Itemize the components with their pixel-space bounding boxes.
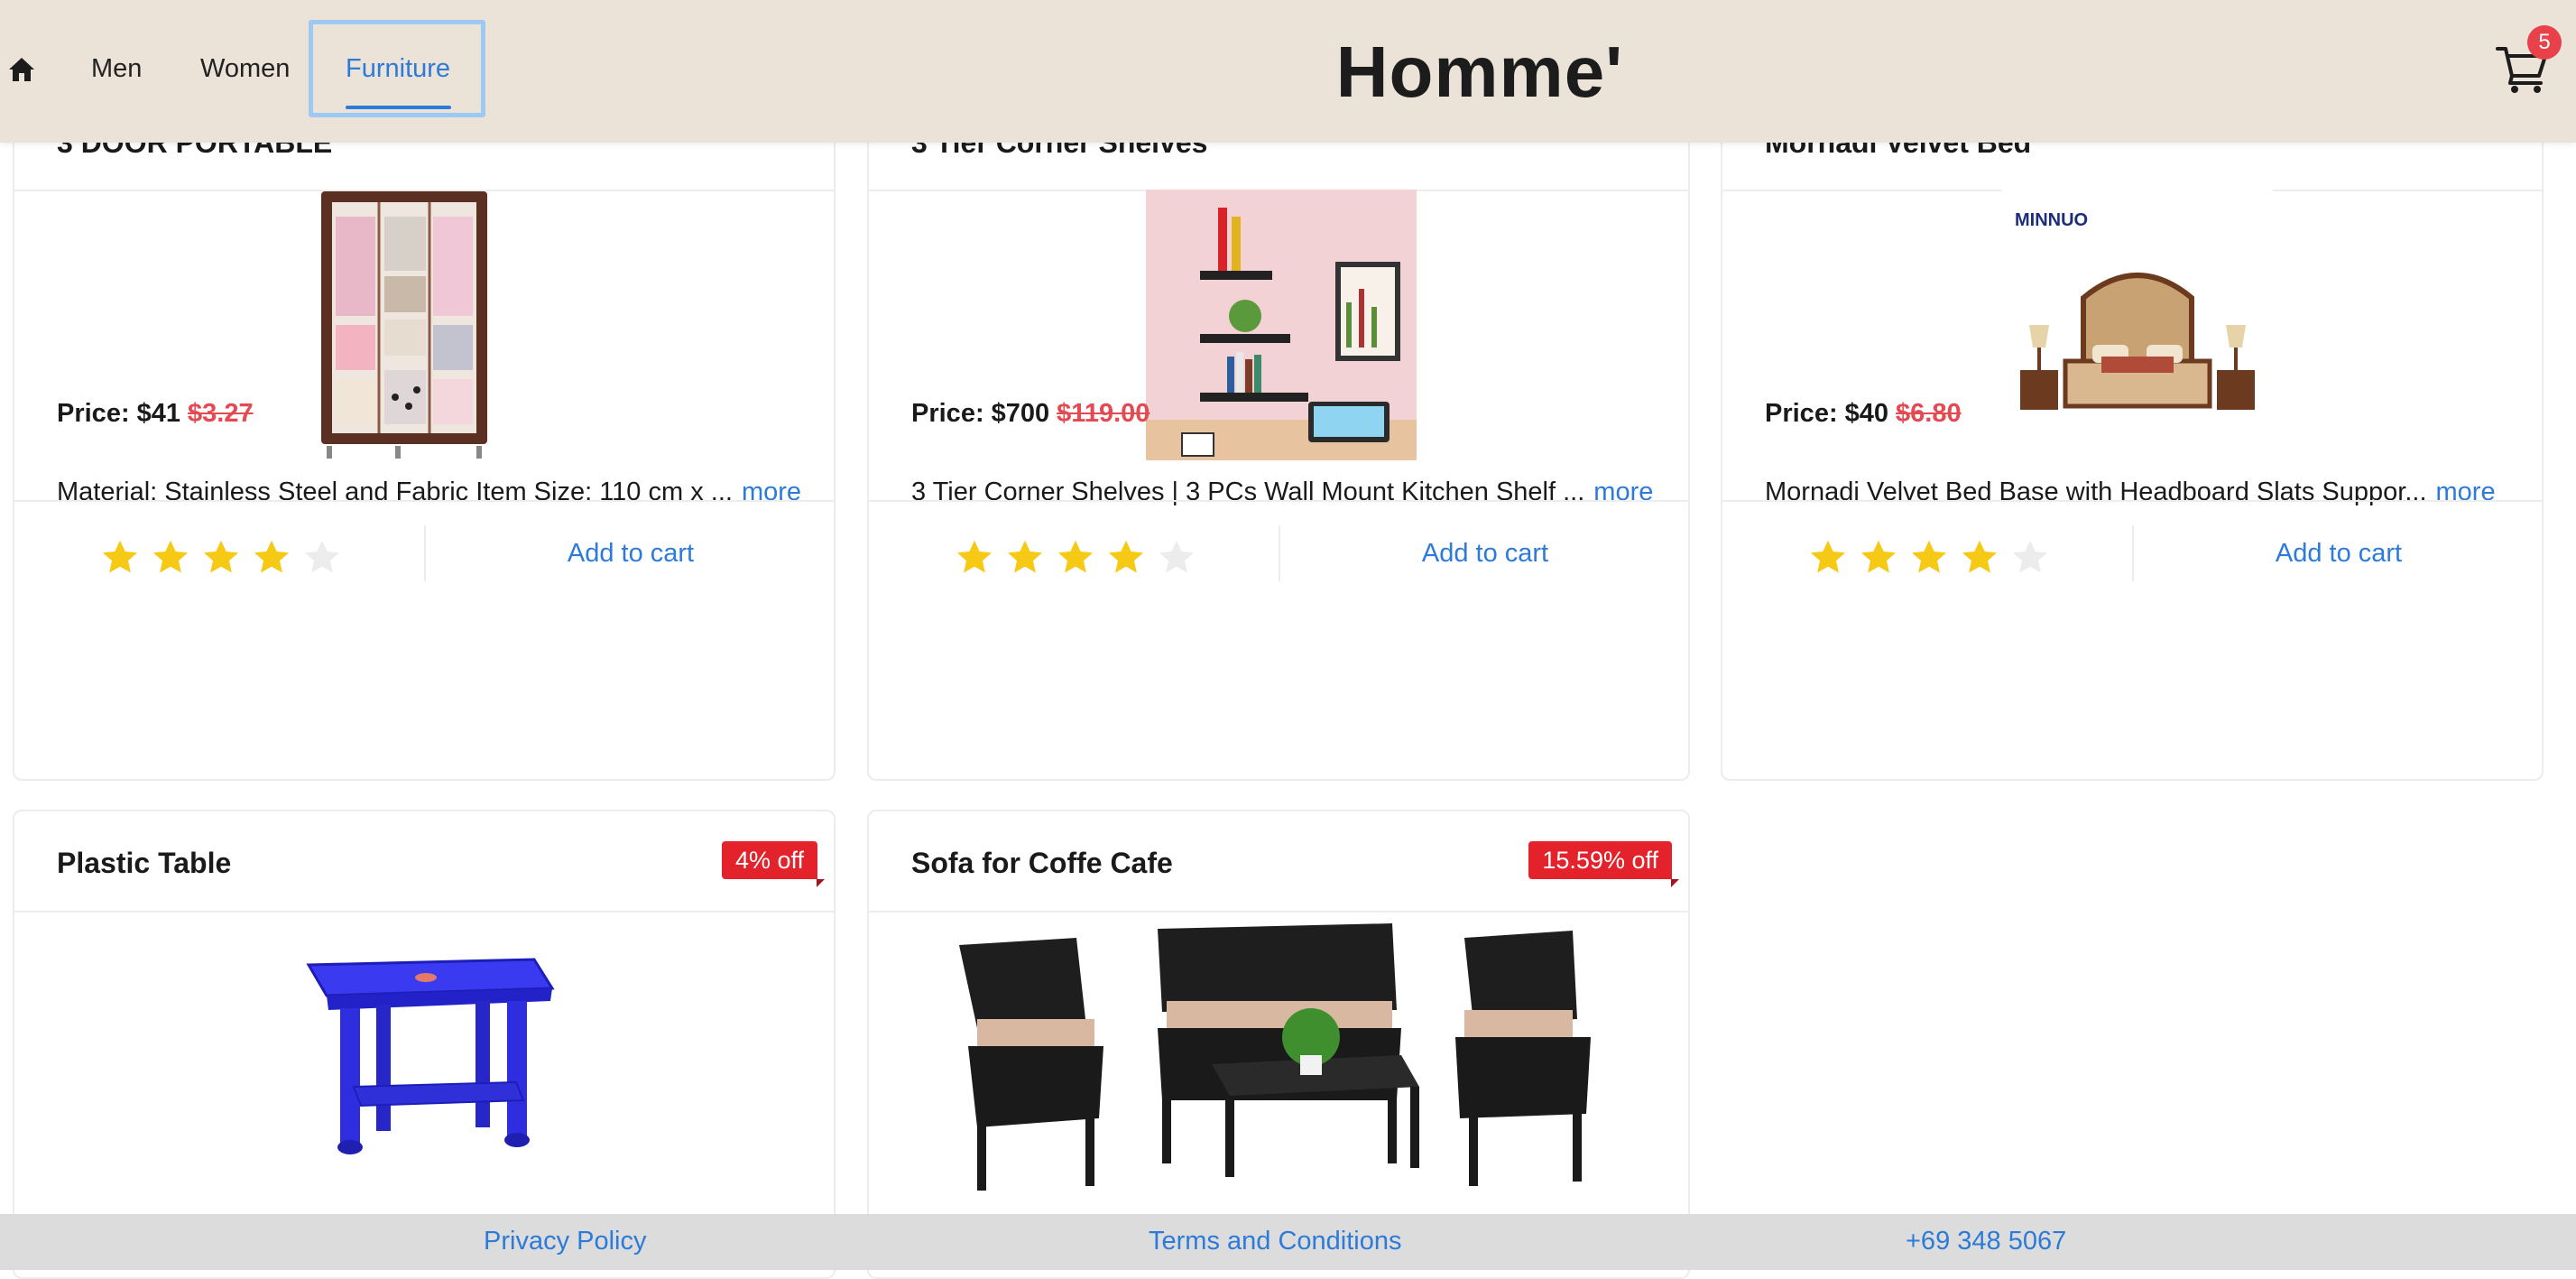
svg-text:MINNUO: MINNUO — [2015, 210, 2088, 230]
current-price: Price: $40 — [1765, 399, 1889, 428]
star-filled-icon — [1962, 540, 1998, 573]
price-line: Price: $41 $3.27 — [57, 399, 254, 429]
rating-stars — [1808, 538, 2061, 579]
star-filled-icon — [1860, 540, 1897, 573]
product-title[interactable]: Sofa for Coffe Cafe — [911, 847, 1173, 880]
add-to-cart-button[interactable]: Add to cart — [1280, 502, 1688, 605]
old-price: $6.80 — [1896, 399, 1962, 428]
card-actions: Add to cart — [1722, 500, 2542, 605]
star-filled-icon — [203, 540, 239, 573]
product-card-plastic-table: Plastic Table 4% off — [13, 810, 836, 1279]
star-filled-icon — [1057, 540, 1094, 573]
star-empty-icon — [2012, 540, 2048, 573]
top-nav-bar: Men Women Furniture Homme' 5 — [0, 0, 2576, 143]
add-to-cart-button[interactable]: Add to cart — [426, 502, 834, 605]
corner-shelves-image[interactable] — [1146, 190, 1417, 460]
price-line: Price: $40 $6.80 — [1765, 399, 1962, 429]
plastic-table-image[interactable] — [291, 938, 561, 1163]
add-to-cart-button[interactable]: Add to cart — [2134, 502, 2542, 605]
star-filled-icon — [152, 540, 189, 573]
home-icon[interactable] — [7, 56, 36, 83]
current-price: Price: $41 — [57, 399, 181, 428]
cart-count-badge: 5 — [2527, 25, 2562, 60]
footer-bar: Privacy Policy Terms and Conditions +69 … — [0, 1214, 2576, 1270]
star-filled-icon — [956, 540, 993, 573]
rating-stars — [955, 538, 1207, 579]
star-filled-icon — [102, 540, 138, 573]
phone-link[interactable]: +69 348 5067 — [1906, 1227, 2066, 1256]
star-filled-icon — [254, 540, 290, 573]
nav-furniture[interactable]: Furniture — [346, 52, 450, 85]
brand-logo[interactable]: Homme' — [1335, 27, 1624, 117]
star-empty-icon — [304, 540, 340, 573]
product-card-cafe-sofa: Sofa for Coffe Cafe 15.59% off — [867, 810, 1690, 1279]
card-actions: Add to cart — [869, 500, 1688, 605]
velvet-bed-image[interactable]: MINNUO — [2002, 190, 2273, 460]
nav-men[interactable]: Men — [91, 52, 142, 85]
terms-link[interactable]: Terms and Conditions — [1149, 1227, 1401, 1256]
star-empty-icon — [1159, 540, 1195, 573]
old-price: $3.27 — [188, 399, 254, 428]
star-filled-icon — [1810, 540, 1846, 573]
nav-women[interactable]: Women — [200, 52, 290, 85]
price-line: Price: $700 $119.00 — [911, 399, 1150, 429]
active-tab-indicator — [346, 106, 451, 109]
discount-badge: 15.59% off — [1528, 841, 1679, 887]
star-filled-icon — [1911, 540, 1947, 573]
old-price: $119.00 — [1057, 399, 1150, 428]
cafe-sofa-set-image[interactable] — [941, 911, 1627, 1209]
wardrobe-image[interactable] — [305, 190, 494, 460]
current-price: Price: $700 — [911, 399, 1050, 428]
rating-stars — [100, 538, 353, 579]
card-divider — [14, 911, 834, 913]
discount-badge: 4% off — [721, 841, 826, 887]
star-filled-icon — [1007, 540, 1043, 573]
card-actions: Add to cart — [14, 500, 834, 605]
privacy-policy-link[interactable]: Privacy Policy — [484, 1227, 647, 1256]
star-filled-icon — [1108, 540, 1144, 573]
product-title[interactable]: Plastic Table — [57, 847, 231, 880]
